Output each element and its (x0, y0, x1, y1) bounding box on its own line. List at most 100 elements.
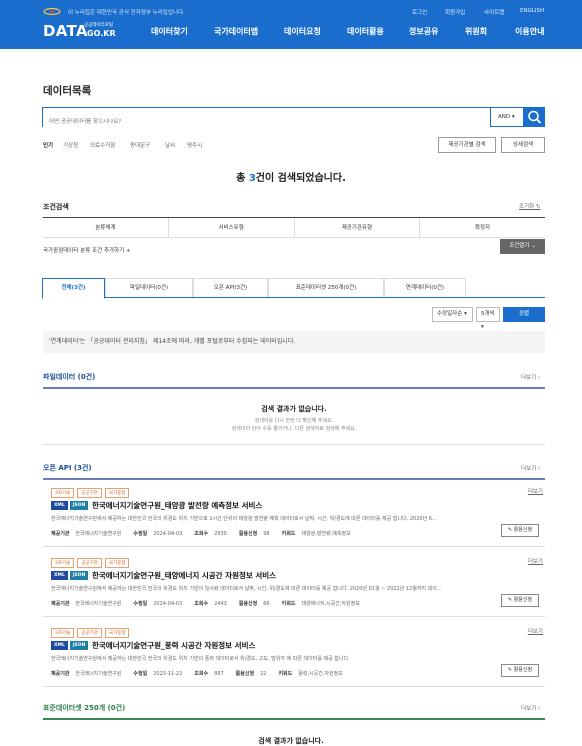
tab-file-data[interactable]: 파일데이터(0건) (105, 278, 193, 297)
condition-service-type[interactable]: 서비스유형 (169, 218, 295, 237)
popular-keyword[interactable]: 명주시 (187, 141, 202, 149)
badge: 국가중점 (104, 488, 130, 498)
gov-notice: 이 누리집은 대한민국 공식 전자정부 누리집입니다. (68, 10, 185, 16)
login-link[interactable]: 로그인 (412, 8, 427, 16)
item-description: 한국에너지기술연구원에서 제공하는 대한민국 전국의 위경도 위치 기반의 풍력… (51, 656, 350, 662)
detail-search-button[interactable]: 상세검색 (501, 137, 545, 153)
popular-keyword[interactable]: 동대문구 (130, 141, 150, 149)
meta-label: 조회수 (194, 601, 209, 607)
nav-info-share[interactable]: 정보공유 (409, 26, 438, 37)
item-description: 한국에너지기술연구원에서 제공하는 대한민국 전국의 위경도 위치 기반으로 1… (51, 516, 437, 522)
item-title[interactable]: 한국에너지기술연구원_태양에너지 시공간 자원정보 서비스 (92, 570, 276, 581)
total-suffix: 건이 검색되었습니다. (255, 173, 346, 184)
operator-select[interactable]: AND ▾ (491, 107, 524, 127)
total-prefix: 총 (236, 173, 249, 184)
chevron-right-icon: › (537, 466, 541, 472)
meta-value: 태양광,발전량,예측정보 (301, 531, 351, 537)
add-condition-link[interactable]: 국가중점데이터 분류 조건 추가하기 + (43, 246, 131, 254)
pencil-icon: ✎ (507, 597, 513, 603)
total-number: 3 (248, 173, 256, 184)
apply-button[interactable]: ✎ 활용신청 (501, 664, 539, 677)
logo[interactable]: DATA (43, 22, 88, 40)
file-data-more-link[interactable]: 더보기 › (521, 373, 540, 381)
item-more-link[interactable]: 더보기 (528, 487, 543, 495)
chevron-down-icon: ⌄ (531, 243, 536, 249)
meta-label: 수정일 (133, 671, 148, 677)
nav-data-use[interactable]: 데이터활용 (347, 26, 384, 37)
search-icon (528, 110, 542, 124)
reset-button[interactable]: 조기화 ↻ (519, 202, 541, 210)
item-more-link[interactable]: 더보기 (528, 557, 543, 565)
item-meta: 제공기관 한국에너지기술연구원 수정일 2024-04-03 조회수 2443 활용신청 66… (51, 600, 372, 607)
item-badges: 3차기술 공공기관 국가중점 (51, 628, 130, 638)
item-more-link[interactable]: 더보기 (528, 627, 543, 635)
nav-national-data-map[interactable]: 국가데이터맵 (214, 26, 258, 37)
standard-dataset-more-link[interactable]: 더보기 › (521, 704, 540, 712)
refresh-icon: ↻ (535, 204, 541, 210)
popular-keyword[interactable]: 기상청 (63, 141, 78, 149)
empty-title: 검색 결과가 없습니다. (261, 405, 327, 413)
signup-link[interactable]: 회원가입 (445, 8, 465, 16)
provider-search-button[interactable]: 제공기관별 검색 (438, 137, 496, 153)
tab-linked-data[interactable]: 연계데이터(0건) (384, 278, 466, 297)
xml-tag: XML (51, 641, 68, 650)
more-label: 더보기 (521, 375, 537, 381)
condition-extension[interactable]: 확장자 (420, 218, 545, 237)
open-api-more-link[interactable]: 더보기 › (521, 464, 540, 472)
meta-value: 한국에너지기술연구원 (75, 601, 122, 607)
open-conditions-button[interactable]: 조건열기 ⌄ (500, 239, 545, 254)
top-header: 이 누리집은 대한민국 공식 전자정부 누리집입니다. 로그인 회원가입 사이트… (0, 0, 582, 49)
meta-value: 22 (260, 671, 267, 677)
condition-provider-type[interactable]: 제공기관유형 (295, 218, 421, 237)
meta-value: 2024-04-03 (153, 531, 183, 537)
badge: 3차기술 (51, 628, 75, 638)
file-data-empty: 검색 결과가 없습니다. 검색어를 다시 한번 더 확인해 주세요. 검색어의 단… (43, 389, 545, 445)
government-emblem-icon (43, 8, 61, 15)
reset-label: 조기화 (519, 204, 535, 210)
logo-domain: .GO.KR (84, 29, 116, 38)
condition-category[interactable]: 분류체계 (43, 218, 169, 237)
page-size-select[interactable]: 5개씩 ▾ (476, 307, 500, 330)
sitemap-link[interactable]: 사이트맵 (484, 8, 504, 16)
meta-value: 2023-11-22 (153, 671, 183, 677)
linked-data-notice: '연계데이터'는 「공공데이터 관리지침」 제14조에 따라, 개별 포털로부터… (43, 331, 545, 353)
popular-keyword[interactable]: 의료수거함 (90, 141, 115, 149)
badge: 공공기관 (77, 558, 102, 568)
popular-keyword[interactable]: 날씨 (165, 141, 175, 149)
sort-apply-button[interactable]: 정렬 (503, 307, 545, 322)
search-box (42, 107, 491, 131)
meta-value: 태양에너지,시공간,자원정보 (301, 601, 360, 607)
apply-button[interactable]: ✎ 활용신청 (501, 594, 539, 607)
badge: 3차기술 (51, 558, 75, 568)
meta-label: 키워드 (278, 671, 293, 677)
badge: 3차기술 (51, 488, 75, 498)
popular-label: 인기 (43, 143, 54, 149)
list-item: 3차기술 공공기관 국가중점 더보기 XML JSON 한국에너지기술연구원_풍력 시… (43, 620, 545, 687)
item-title[interactable]: 한국에너지기술연구원_풍력 시공간 자원정보 서비스 (92, 640, 255, 651)
apply-button[interactable]: ✎ 활용신청 (501, 524, 539, 537)
meta-value: 98 (263, 531, 270, 537)
pencil-icon: ✎ (507, 667, 513, 673)
nav-committee[interactable]: 위원회 (465, 26, 487, 37)
format-tags: XML JSON (51, 501, 89, 510)
standard-dataset-section-title: 표준데이터셋 250개 (0건) (43, 704, 126, 712)
list-item: 3차기술 공공기관 국가중점 더보기 XML JSON 한국에너지기술연구원_태양광 … (43, 480, 545, 547)
sort-order-select[interactable]: 수정일자순 ▾ (432, 307, 473, 322)
nav-data-search[interactable]: 데이터찾기 (151, 26, 188, 37)
search-button[interactable] (524, 107, 545, 127)
more-label: 더보기 (521, 706, 537, 712)
tab-all[interactable]: 전체(3건) (42, 278, 105, 299)
meta-label: 조회수 (194, 671, 209, 677)
item-title[interactable]: 한국에너지기술연구원_태양광 발전량 예측정보 서비스 (92, 500, 262, 511)
tab-open-api[interactable]: 오픈 API(3건) (193, 278, 268, 297)
english-link[interactable]: ENGLISH (520, 8, 544, 14)
badge: 공공기관 (77, 628, 102, 638)
nav-guide[interactable]: 이용안내 (515, 26, 544, 37)
meta-label: 활용신청 (235, 671, 255, 677)
condition-columns: 분류체계 서비스유형 제공기관유형 확장자 (43, 217, 545, 238)
search-input[interactable] (43, 113, 490, 131)
result-tabs: 전체(3건) 파일데이터(0건) 오픈 API(3건) 표준데이터셋 250개(… (42, 278, 545, 299)
tab-standard-dataset[interactable]: 표준데이터셋 250개(0건) (268, 278, 384, 297)
nav-data-request[interactable]: 데이터요청 (284, 26, 321, 37)
chevron-right-icon: › (537, 375, 541, 381)
